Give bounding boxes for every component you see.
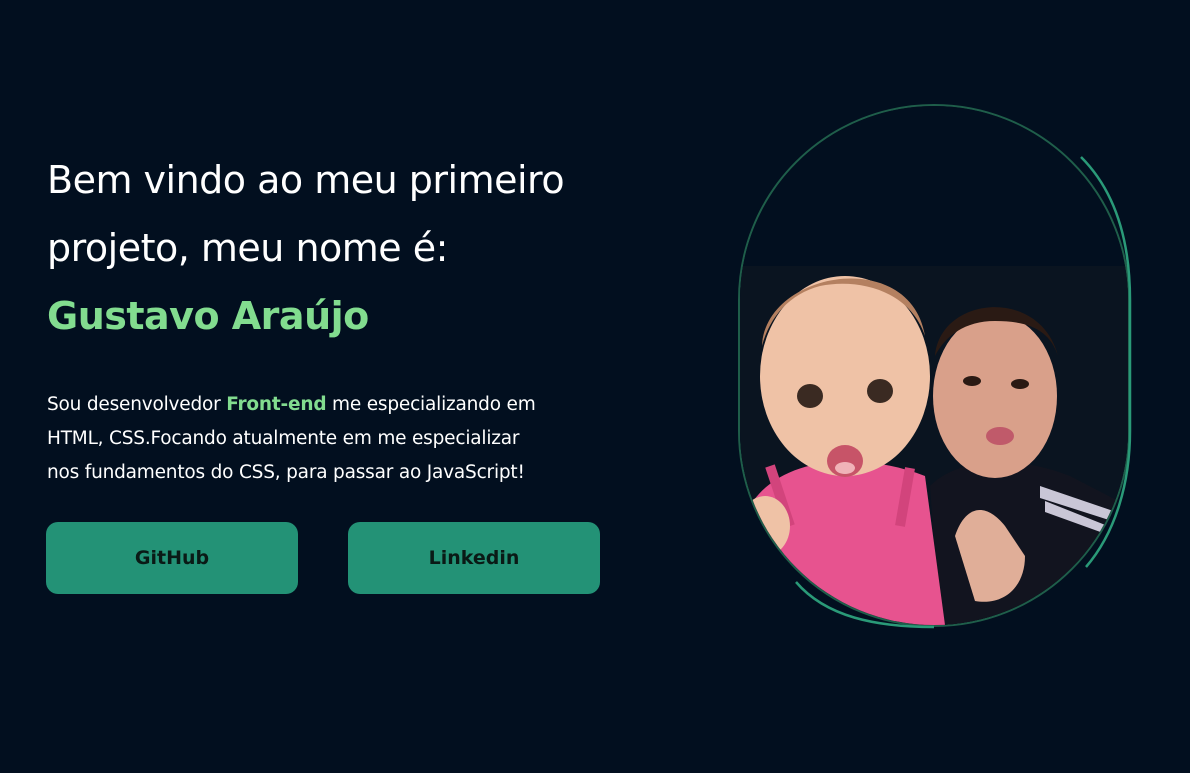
author-name: Gustavo Araújo (47, 294, 369, 338)
heading-line-1: Bem vindo ao meu primeiro (47, 158, 565, 202)
intro-line-2: HTML, CSS.Focando atualmente em me espec… (47, 428, 520, 449)
intro-line-3: nos fundamentos do CSS, para passar ao J… (47, 462, 525, 483)
page-title: Bem vindo ao meu primeiro projeto, meu n… (47, 146, 627, 350)
intro-line-1-suffix: me especializando em (326, 394, 536, 415)
linkedin-button[interactable]: Linkedin (348, 522, 600, 594)
hero-section: Bem vindo ao meu primeiro projeto, meu n… (47, 146, 627, 490)
github-button[interactable]: GitHub (46, 522, 298, 594)
frontend-highlight: Front-end (226, 394, 327, 415)
social-buttons: GitHub Linkedin (46, 522, 600, 594)
intro-line-1: Sou desenvolvedor Front-end me especiali… (47, 388, 627, 422)
intro-paragraph: Sou desenvolvedor Front-end me especiali… (47, 388, 627, 490)
intro-line-1-prefix: Sou desenvolvedor (47, 394, 227, 415)
heading-line-2: projeto, meu nome é: (47, 226, 448, 270)
profile-photo-frame (738, 104, 1130, 627)
profile-photo (740, 106, 1128, 625)
